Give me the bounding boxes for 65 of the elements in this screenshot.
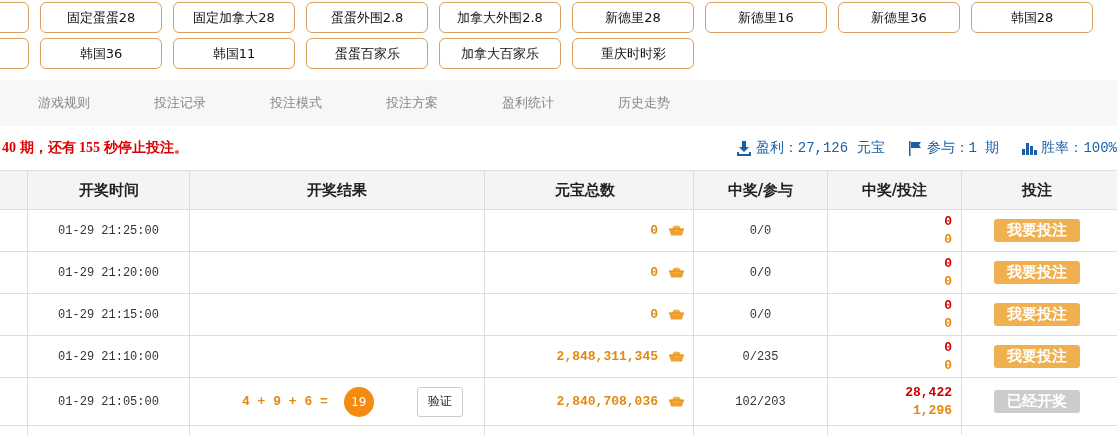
header-cell-text: 投注 <box>1020 179 1053 201</box>
total-amount: 0 <box>650 307 658 322</box>
header-cell: 元宝总数 <box>485 171 694 209</box>
table-cell: 0/0 <box>694 210 828 251</box>
bet-amount: 0 <box>944 230 952 249</box>
countdown-notice: 40 期，还有 155 秒停止投注。 <box>2 139 188 157</box>
table-cell: 102/203 <box>694 378 828 425</box>
nav-link[interactable]: 投注方案 <box>386 94 502 112</box>
table-cell: 01-29 21:10:00 <box>28 336 190 377</box>
game-button[interactable]: 新德里16 <box>705 2 827 33</box>
table-cell: 0/0 <box>694 252 828 293</box>
ingot-icon <box>668 351 685 362</box>
bet-amount: 0 <box>944 356 952 375</box>
nav-link[interactable]: 投注模式 <box>270 94 386 112</box>
bar-chart-icon <box>1021 140 1038 156</box>
win-amount: 28,422 <box>905 383 952 402</box>
stat-text: 胜率：100% <box>1041 139 1117 157</box>
game-button[interactable]: 重庆时时彩 <box>572 38 694 69</box>
stat-text: 参与：1 期 <box>926 139 1000 157</box>
bet-amount: 1,296 <box>913 401 952 420</box>
table-cell: 01-29 21:05:00 <box>28 378 190 425</box>
ingot-icon <box>668 225 685 236</box>
table-cell: 0/235 <box>694 336 828 377</box>
game-button[interactable]: 固定蛋蛋28 <box>40 2 162 33</box>
stat-text: 盈利：27,126 元宝 <box>755 139 885 157</box>
game-button[interactable]: 韩国28 <box>971 2 1093 33</box>
game-button[interactable]: 加拿大百家乐 <box>439 38 561 69</box>
header-cell: 开奖时间 <box>28 171 190 209</box>
result-ball: 19 <box>343 386 374 417</box>
nav-link[interactable]: 投注记录 <box>154 94 270 112</box>
game-button[interactable]: 韩国36 <box>40 38 162 69</box>
nav-link[interactable]: 游戏规则 <box>38 94 154 112</box>
table-cell: 01-29 21:25:00 <box>28 210 190 251</box>
bet-amount: 0 <box>944 272 952 291</box>
win-amount: 0 <box>944 296 952 315</box>
total-amount: 2,840,708,036 <box>556 394 658 409</box>
table-cell: 01-29 21:15:00 <box>28 294 190 335</box>
game-button[interactable]: 韩国11 <box>173 38 295 69</box>
game-button[interactable]: 固定加拿大28 <box>173 2 295 33</box>
total-amount: 2,848,311,345 <box>556 349 658 364</box>
game-button[interactable]: 新德里28 <box>572 2 694 33</box>
total-amount: 0 <box>650 265 658 280</box>
verify-button[interactable]: 验证 <box>416 386 463 417</box>
table-cell: 01-29 21:20:00 <box>28 252 190 293</box>
win-amount: 0 <box>944 338 952 357</box>
bet-amount: 0 <box>944 314 952 333</box>
header-cell: 中奖/投注 <box>828 171 962 209</box>
nav-link[interactable]: 盈利统计 <box>502 94 618 112</box>
header-cell: 中奖/参与 <box>694 171 828 209</box>
nav-link[interactable]: 历史走势 <box>618 94 734 112</box>
flag-icon <box>906 140 923 156</box>
win-amount: 0 <box>944 254 952 273</box>
ingot-icon <box>668 396 685 407</box>
game-button[interactable]: 蛋蛋外围2.8 <box>306 2 428 33</box>
header-cell: 开奖结果 <box>190 171 485 209</box>
ingot-icon <box>668 267 685 278</box>
total-amount: 0 <box>650 223 658 238</box>
table-cell: 0/0 <box>694 294 828 335</box>
game-button[interactable]: 加拿大外围2.8 <box>439 2 561 33</box>
game-button[interactable]: 新德里36 <box>838 2 960 33</box>
ingot-icon <box>668 309 685 320</box>
game-button[interactable]: 蛋蛋百家乐 <box>306 38 428 69</box>
win-amount: 0 <box>944 212 952 231</box>
download-icon <box>735 140 752 156</box>
result-formula: 4 + 9 + 6 = <box>242 394 328 409</box>
